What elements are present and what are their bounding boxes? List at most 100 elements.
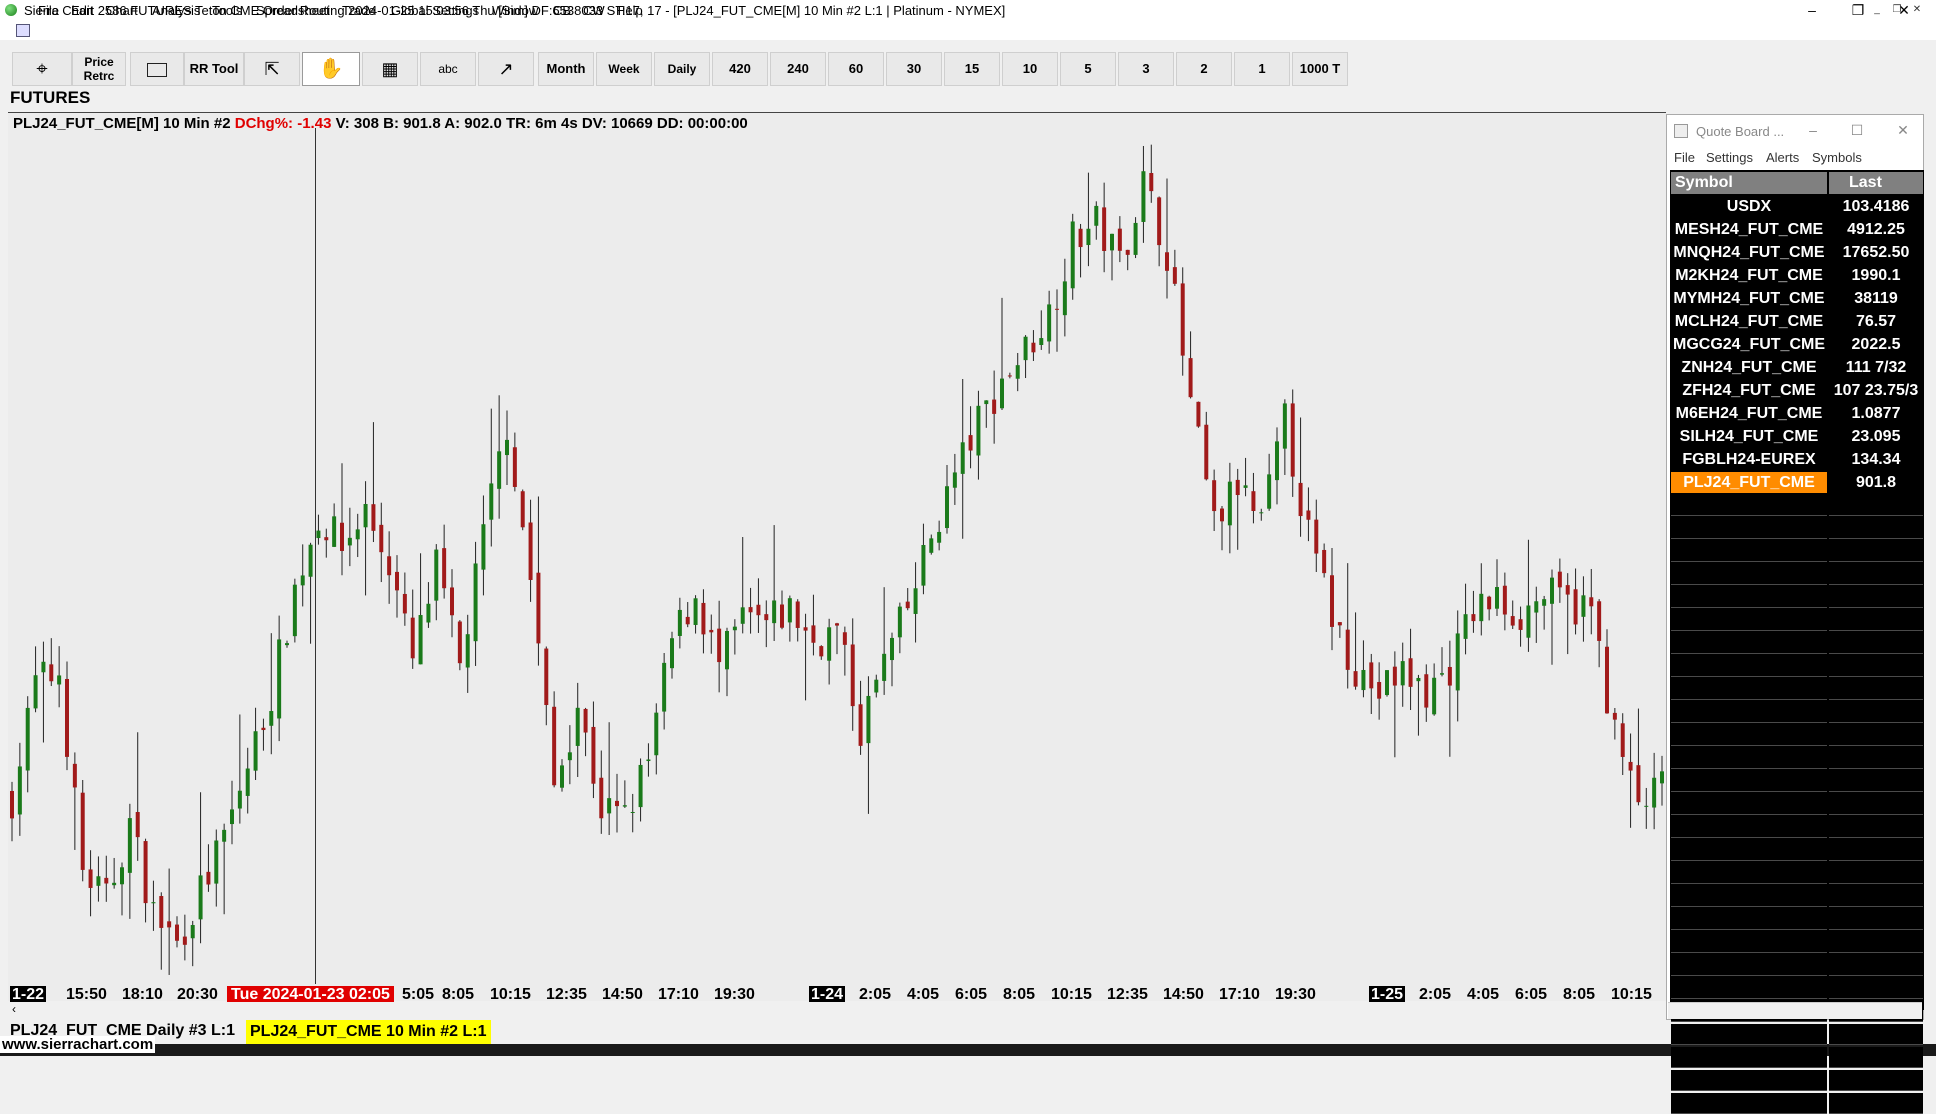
- quote-empty-cell[interactable]: [1829, 702, 1923, 723]
- quote-empty-cell[interactable]: [1829, 1070, 1923, 1091]
- quote-empty-cell[interactable]: [1671, 1024, 1827, 1045]
- quote-empty-cell[interactable]: [1829, 656, 1923, 677]
- quote-empty-cell[interactable]: [1671, 863, 1827, 884]
- timeframe-daily-button[interactable]: Daily: [654, 52, 710, 86]
- quote-symbol-cell[interactable]: MYMH24_FUT_CME: [1671, 288, 1827, 309]
- timeframe-30-button[interactable]: 30: [886, 52, 942, 86]
- mdi-restore-button[interactable]: ❐: [1890, 3, 1904, 17]
- mdi-minimize-button[interactable]: _: [1870, 3, 1884, 17]
- quote-empty-cell[interactable]: [1829, 771, 1923, 792]
- quote-last-cell[interactable]: 76.57: [1829, 311, 1923, 332]
- quote-empty-cell[interactable]: [1671, 771, 1827, 792]
- menu-help[interactable]: Help: [616, 3, 643, 18]
- quote-symbol-cell[interactable]: USDX: [1671, 196, 1827, 217]
- menu-chart[interactable]: Chart: [106, 3, 138, 18]
- column-header-symbol[interactable]: Symbol: [1671, 172, 1827, 194]
- crosshair-tool-button[interactable]: ⌖: [12, 52, 72, 86]
- quote-empty-cell[interactable]: [1671, 679, 1827, 700]
- quote-empty-cell[interactable]: [1829, 495, 1923, 516]
- timeframe-5-button[interactable]: 5: [1060, 52, 1116, 86]
- menu-file[interactable]: File: [38, 3, 59, 18]
- quote-empty-cell[interactable]: [1829, 564, 1923, 585]
- quote-empty-cell[interactable]: [1671, 725, 1827, 746]
- quote-last-cell[interactable]: 23.095: [1829, 426, 1923, 447]
- hand-pan-tool-button[interactable]: ✋: [302, 52, 360, 86]
- quote-empty-cell[interactable]: [1829, 932, 1923, 953]
- quote-board-menu-settings[interactable]: Settings: [1706, 150, 1753, 165]
- quote-empty-cell[interactable]: [1829, 955, 1923, 976]
- price-chart[interactable]: [8, 128, 1666, 986]
- timeframe-month-button[interactable]: Month: [538, 52, 594, 86]
- text-tool-button[interactable]: abc: [420, 52, 476, 86]
- quote-board-menu-alerts[interactable]: Alerts: [1766, 150, 1799, 165]
- quote-empty-cell[interactable]: [1671, 748, 1827, 769]
- menu-trade[interactable]: Trade: [342, 3, 375, 18]
- quote-last-cell[interactable]: 17652.50: [1829, 242, 1923, 263]
- quote-empty-cell[interactable]: [1671, 1047, 1827, 1068]
- quote-board-menu-symbols[interactable]: Symbols: [1812, 150, 1862, 165]
- quote-last-cell[interactable]: 38119: [1829, 288, 1923, 309]
- quote-empty-cell[interactable]: [1671, 564, 1827, 585]
- menu-tools[interactable]: Tools: [212, 3, 242, 18]
- timeframe-3-button[interactable]: 3: [1118, 52, 1174, 86]
- quote-board-scrollbar[interactable]: [1668, 1002, 1922, 1019]
- quote-empty-cell[interactable]: [1829, 840, 1923, 861]
- quote-empty-cell[interactable]: [1671, 932, 1827, 953]
- quote-empty-cell[interactable]: [1671, 794, 1827, 815]
- menu-window[interactable]: Window: [492, 3, 538, 18]
- timeframe-60-button[interactable]: 60: [828, 52, 884, 86]
- mdi-close-button[interactable]: ✕: [1910, 3, 1924, 17]
- quote-symbol-cell[interactable]: FGBLH24-EUREX: [1671, 449, 1827, 470]
- menu-edit[interactable]: Edit: [71, 3, 93, 18]
- quote-empty-cell[interactable]: [1671, 633, 1827, 654]
- quote-empty-cell[interactable]: [1671, 518, 1827, 539]
- quote-symbol-cell[interactable]: SILH24_FUT_CME: [1671, 426, 1827, 447]
- quote-symbol-cell[interactable]: ZFH24_FUT_CME: [1671, 380, 1827, 401]
- quote-last-cell[interactable]: 134.34: [1829, 449, 1923, 470]
- timeframe-1-button[interactable]: 1: [1234, 52, 1290, 86]
- menu-cb[interactable]: CB: [553, 3, 571, 18]
- quote-last-cell[interactable]: 107 23.75/3: [1829, 380, 1923, 401]
- timeframe-10-button[interactable]: 10: [1002, 52, 1058, 86]
- timeframe-1000t-button[interactable]: 1000 T: [1292, 52, 1348, 86]
- quote-empty-cell[interactable]: [1829, 978, 1923, 999]
- chart-horizontal-scrollbar[interactable]: ‹: [8, 1002, 1666, 1018]
- quote-empty-cell[interactable]: [1829, 518, 1923, 539]
- rr-tool-button[interactable]: RR Tool: [184, 52, 244, 86]
- quote-empty-cell[interactable]: [1671, 587, 1827, 608]
- quote-board-minimize-button[interactable]: –: [1798, 120, 1828, 140]
- menu-analysis[interactable]: Analysis: [152, 3, 200, 18]
- quote-empty-cell[interactable]: [1671, 840, 1827, 861]
- quote-empty-cell[interactable]: [1829, 610, 1923, 631]
- quote-empty-cell[interactable]: [1829, 1047, 1923, 1068]
- website-link[interactable]: www.sierrachart.com: [0, 1036, 156, 1053]
- quote-empty-cell[interactable]: [1829, 541, 1923, 562]
- quote-empty-cell[interactable]: [1671, 886, 1827, 907]
- rectangle-tool-button[interactable]: [130, 52, 184, 86]
- quote-empty-cell[interactable]: [1829, 794, 1923, 815]
- quote-empty-cell[interactable]: [1829, 679, 1923, 700]
- quote-symbol-cell[interactable]: M2KH24_FUT_CME: [1671, 265, 1827, 286]
- quote-last-cell[interactable]: 901.8: [1829, 472, 1923, 493]
- scroll-left-arrow-icon[interactable]: ‹: [12, 1002, 16, 1016]
- quote-empty-cell[interactable]: [1671, 1070, 1827, 1091]
- quote-empty-cell[interactable]: [1671, 1093, 1827, 1114]
- quote-empty-cell[interactable]: [1829, 748, 1923, 769]
- menu-spreadsheet[interactable]: Spreadsheet: [256, 3, 330, 18]
- timeframe-420-button[interactable]: 420: [712, 52, 768, 86]
- quote-empty-cell[interactable]: [1671, 541, 1827, 562]
- quote-symbol-cell[interactable]: ZNH24_FUT_CME: [1671, 357, 1827, 378]
- quote-symbol-cell[interactable]: MESH24_FUT_CME: [1671, 219, 1827, 240]
- quote-empty-cell[interactable]: [1829, 1093, 1923, 1114]
- quote-symbol-cell[interactable]: M6EH24_FUT_CME: [1671, 403, 1827, 424]
- document-icon[interactable]: [16, 24, 30, 37]
- quote-last-cell[interactable]: 103.4186: [1829, 196, 1923, 217]
- quote-empty-cell[interactable]: [1829, 1024, 1923, 1045]
- minimize-button[interactable]: –: [1792, 0, 1832, 20]
- quote-empty-cell[interactable]: [1829, 886, 1923, 907]
- quote-last-cell[interactable]: 1.0877: [1829, 403, 1923, 424]
- quote-last-cell[interactable]: 111 7/32: [1829, 357, 1923, 378]
- quote-empty-cell[interactable]: [1671, 909, 1827, 930]
- quote-empty-cell[interactable]: [1671, 955, 1827, 976]
- quote-last-cell[interactable]: 1990.1: [1829, 265, 1923, 286]
